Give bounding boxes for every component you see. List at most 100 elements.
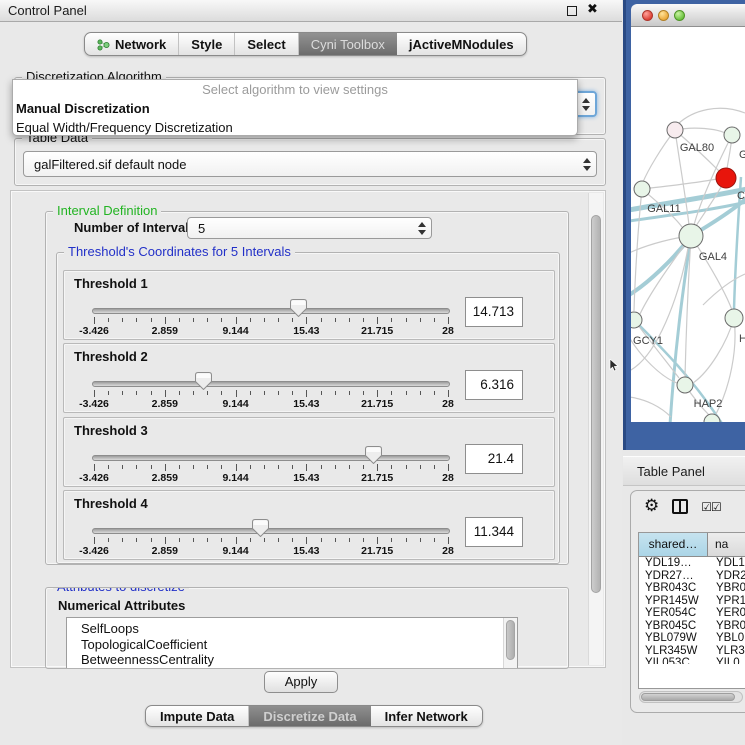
table-row[interactable]: YDR27…YDR2 bbox=[639, 570, 745, 583]
table-header-row: shared… na bbox=[639, 533, 745, 557]
tab-discretize-data[interactable]: Discretize Data bbox=[249, 706, 370, 726]
network-edge[interactable] bbox=[693, 318, 734, 383]
minimize-traffic-light[interactable] bbox=[658, 10, 669, 21]
tab-jactivemnodules[interactable]: jActiveMNodules bbox=[397, 33, 526, 55]
scrollbar-thumb[interactable] bbox=[591, 215, 601, 593]
network-edge[interactable] bbox=[678, 108, 745, 124]
threshold-value-field[interactable]: 21.4 bbox=[465, 444, 523, 474]
panel-scrollbar[interactable] bbox=[588, 193, 603, 665]
network-edge[interactable] bbox=[642, 179, 717, 189]
list-item[interactable]: TopologicalCoefficient bbox=[67, 637, 517, 653]
arrow-down-icon bbox=[583, 166, 591, 171]
interval-definition-group: Interval Definition Number of Intervals … bbox=[45, 211, 569, 565]
combobox-stepper[interactable] bbox=[578, 158, 596, 171]
cell-name: YPR1 bbox=[708, 595, 745, 608]
column-header-shared-name[interactable]: shared… bbox=[639, 533, 708, 556]
list-item[interactable]: BetweennessCentrality bbox=[67, 652, 517, 668]
dropdown-option-manual-discretization[interactable]: Manual Discretization bbox=[13, 99, 577, 118]
slider-tick-label: -3.426 bbox=[68, 398, 120, 410]
cell-shared-name: YDL19… bbox=[639, 557, 708, 570]
gear-icon[interactable]: ⚙ bbox=[644, 498, 659, 515]
slider-thumb[interactable] bbox=[252, 519, 269, 537]
network-node[interactable] bbox=[631, 312, 642, 328]
close-traffic-light[interactable] bbox=[642, 10, 653, 21]
threshold-value-field[interactable]: 6.316 bbox=[465, 370, 523, 400]
network-node[interactable] bbox=[716, 168, 736, 188]
node-label: C bbox=[737, 190, 745, 202]
tab-network[interactable]: Network bbox=[85, 33, 179, 55]
slider-tick-label: 21.715 bbox=[351, 472, 403, 484]
table-row[interactable]: YLR345WYLR3 bbox=[639, 645, 745, 658]
table-horizontal-scrollbar[interactable] bbox=[639, 691, 743, 703]
arrow-up-icon bbox=[418, 222, 426, 227]
tab-impute-data[interactable]: Impute Data bbox=[146, 706, 249, 726]
select-columns-checkboxes-icon[interactable]: ☑☑ bbox=[701, 500, 721, 514]
float-window-icon[interactable] bbox=[567, 6, 577, 16]
table-row[interactable]: YDL19…YDL1 bbox=[639, 557, 745, 570]
network-edge[interactable] bbox=[631, 397, 671, 417]
dropdown-option-equal-width-frequency[interactable]: Equal Width/Frequency Discretization bbox=[13, 118, 577, 137]
tab-style[interactable]: Style bbox=[179, 33, 235, 55]
thresholds-group: Threshold's Coordinates for 5 Intervals … bbox=[56, 252, 560, 564]
network-node[interactable] bbox=[679, 224, 703, 248]
slider-tick-label: 21.715 bbox=[351, 325, 403, 337]
tab-select[interactable]: Select bbox=[235, 33, 298, 55]
cell-name: YIL0 bbox=[708, 657, 745, 664]
threshold-value-field[interactable]: 11.344 bbox=[465, 517, 523, 547]
columns-icon[interactable] bbox=[672, 499, 688, 514]
slider-tick-label: 15.43 bbox=[280, 472, 332, 484]
slider-tick-label: 9.144 bbox=[210, 545, 262, 557]
combobox-stepper[interactable] bbox=[577, 98, 595, 111]
group-legend: Attributes to discretize bbox=[53, 587, 189, 594]
node-label: GAL4 bbox=[699, 251, 727, 263]
slider-tick-label: -3.426 bbox=[68, 472, 120, 484]
column-header-name[interactable]: na bbox=[708, 533, 745, 556]
list-item[interactable]: SelfLoops bbox=[67, 621, 517, 637]
table-row[interactable]: YIL053CYIL0 bbox=[639, 657, 745, 664]
cell-name: YER0 bbox=[708, 607, 745, 620]
group-legend: Threshold's Coordinates for 5 Intervals bbox=[64, 244, 295, 259]
network-window-titlebar[interactable] bbox=[631, 4, 745, 27]
list-scrollbar[interactable] bbox=[503, 618, 517, 668]
network-node[interactable] bbox=[724, 127, 740, 143]
attributes-group: Attributes to discretize Numerical Attri… bbox=[45, 587, 569, 669]
threshold-value-field[interactable]: 14.713 bbox=[465, 297, 523, 327]
zoom-traffic-light[interactable] bbox=[674, 10, 685, 21]
table-row[interactable]: YER054CYER0 bbox=[639, 607, 745, 620]
network-node[interactable] bbox=[667, 122, 683, 138]
network-edge[interactable] bbox=[691, 236, 732, 310]
table-data-combobox[interactable]: galFiltered.sif default node bbox=[23, 151, 597, 177]
network-edge[interactable] bbox=[631, 236, 691, 295]
table-row[interactable]: YBL079WYBL0 bbox=[639, 632, 745, 645]
close-icon[interactable]: ✖ bbox=[587, 2, 598, 17]
network-canvas[interactable]: GAL80GACGAL11GAL4GCY1HHAP2 bbox=[631, 27, 745, 422]
slider-thumb[interactable] bbox=[290, 299, 307, 317]
cell-shared-name: YER054C bbox=[639, 607, 708, 620]
table-row[interactable]: YPR145WYPR1 bbox=[639, 595, 745, 608]
network-node[interactable] bbox=[634, 181, 650, 197]
tab-infer-network[interactable]: Infer Network bbox=[371, 706, 482, 726]
arrow-down-icon bbox=[582, 106, 590, 111]
dropdown-placeholder-item[interactable]: Select algorithm to view settings bbox=[13, 80, 577, 99]
network-edge[interactable] bbox=[643, 130, 675, 182]
tab-cyni-toolbox[interactable]: Cyni Toolbox bbox=[299, 33, 397, 55]
slider-thumb[interactable] bbox=[365, 446, 382, 464]
table-row[interactable]: YBR043CYBR0 bbox=[639, 582, 745, 595]
network-edge[interactable] bbox=[703, 274, 745, 305]
network-node[interactable] bbox=[725, 309, 743, 327]
combobox-stepper[interactable] bbox=[413, 222, 431, 235]
top-tabbar: Network Style Select Cyni Toolbox jActiv… bbox=[84, 32, 527, 56]
table-row[interactable]: YBR045CYBR0 bbox=[639, 620, 745, 633]
network-node[interactable] bbox=[677, 377, 693, 393]
control-panel: Control Panel ✖ Network Style Select Cyn… bbox=[0, 0, 622, 745]
number-of-intervals-combobox[interactable]: 5 bbox=[187, 217, 432, 239]
cell-shared-name: YBL079W bbox=[639, 632, 708, 645]
scrollbar-thumb[interactable] bbox=[506, 620, 515, 660]
apply-button[interactable]: Apply bbox=[264, 671, 338, 693]
slider-thumb[interactable] bbox=[195, 372, 212, 390]
arrow-up-icon bbox=[582, 98, 590, 103]
cell-shared-name: YPR145W bbox=[639, 595, 708, 608]
network-edge[interactable] bbox=[670, 236, 691, 422]
scrollbar-thumb[interactable] bbox=[641, 693, 735, 701]
numerical-attributes-list[interactable]: SelfLoopsTopologicalCoefficientBetweenne… bbox=[66, 617, 518, 669]
